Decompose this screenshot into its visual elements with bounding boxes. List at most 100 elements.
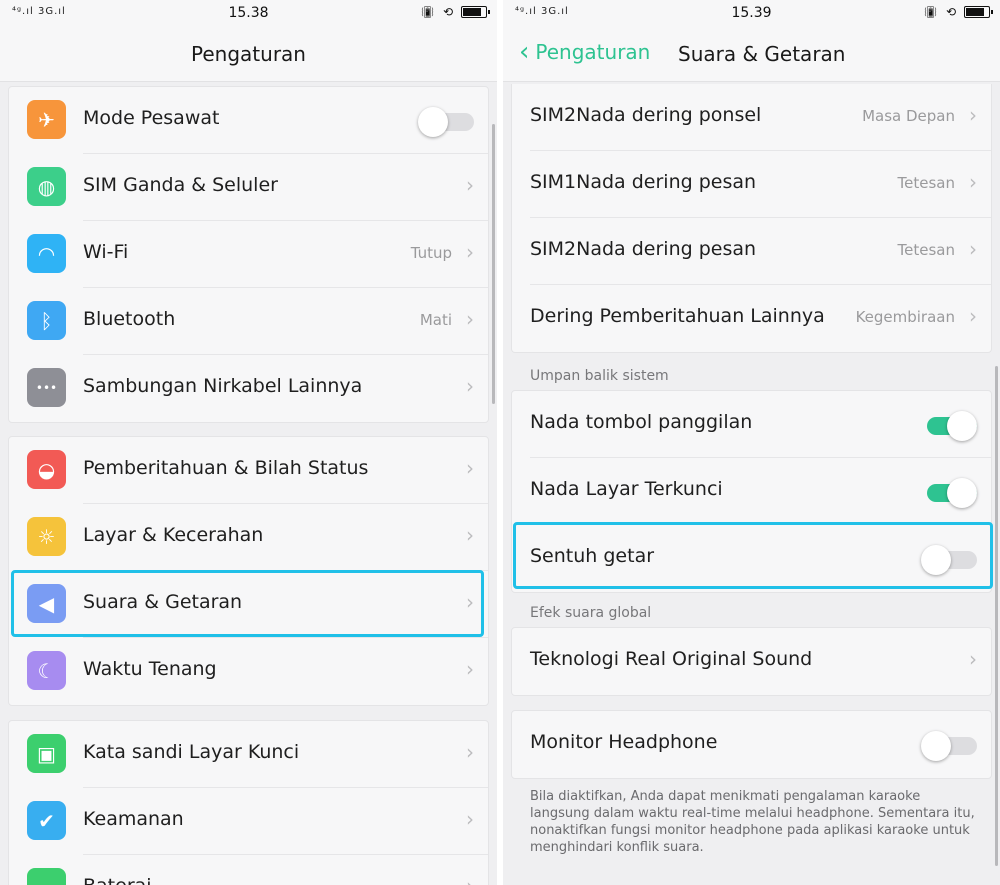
moon-icon: ☾ bbox=[27, 651, 66, 690]
feedback-item-nada-layar-terkunci[interactable]: Nada Layar Terkunci bbox=[512, 458, 991, 525]
feedback-label: Nada Layar Terkunci bbox=[530, 478, 723, 500]
chevron-right-icon: › bbox=[466, 740, 474, 764]
airplane-mode-toggle[interactable] bbox=[418, 107, 474, 137]
ringtone-item-sim2nada-dering-ponsel[interactable]: SIM2Nada dering ponsel Masa Depan › bbox=[512, 84, 991, 151]
feedback-item-sentuh-getar[interactable]: Sentuh getar bbox=[512, 525, 991, 592]
bluetooth-icon: ᛒ bbox=[27, 301, 66, 340]
app-header: Pengaturan bbox=[0, 26, 497, 82]
sound-vibration-screen: ⁴ᵍ.ıl 3G.ıl 15.39 📳︎ ⟲ ‹ Pengaturan Suar… bbox=[503, 0, 1000, 885]
page-title: Pengaturan bbox=[191, 42, 306, 66]
chevron-right-icon: › bbox=[466, 523, 474, 547]
settings-item-pemberitahuan-bilah-status[interactable]: ◒ Pemberitahuan & Bilah Status › bbox=[9, 437, 488, 504]
chevron-right-icon: › bbox=[969, 170, 977, 194]
settings-item-label: Mode Pesawat bbox=[83, 107, 220, 129]
settings-item-sim-ganda-seluler[interactable]: ◍ SIM Ganda & Seluler › bbox=[9, 154, 488, 221]
settings-group-security: ▣ Kata sandi Layar Kunci › ✔ Keamanan › ▭ Bater… bbox=[8, 720, 489, 885]
settings-screen: ⁴ᵍ.ıl 3G.ıl 15.38 📳︎ ⟲ Pengaturan ✈ Mode … bbox=[0, 0, 497, 885]
settings-item-keamanan[interactable]: ✔ Keamanan › bbox=[9, 788, 488, 855]
ringtone-value: Masa Depan bbox=[862, 107, 955, 125]
monitor-group: Monitor Headphone bbox=[511, 710, 992, 779]
chevron-right-icon: › bbox=[466, 874, 474, 885]
speaker-icon: ◀ bbox=[27, 584, 66, 623]
settings-item-wi-fi[interactable]: ◠ Wi-Fi Tutup › bbox=[9, 221, 488, 288]
chevron-right-icon: › bbox=[466, 590, 474, 614]
bell-icon: ◒ bbox=[27, 450, 66, 489]
ringtone-label: Dering Pemberitahuan Lainnya bbox=[530, 305, 825, 327]
settings-item-value: Mati bbox=[419, 311, 452, 329]
back-button[interactable]: ‹ Pengaturan bbox=[519, 39, 650, 65]
ringtone-item-sim2nada-dering-pesan[interactable]: SIM2Nada dering pesan Tetesan › bbox=[512, 218, 991, 285]
row-label: Teknologi Real Original Sound bbox=[530, 648, 813, 670]
ringtone-label: SIM2Nada dering pesan bbox=[530, 238, 757, 260]
ringtone-label: SIM1Nada dering pesan bbox=[530, 171, 757, 193]
lock-icon: ▣ bbox=[27, 734, 66, 773]
scrollbar[interactable] bbox=[995, 366, 998, 866]
back-label: Pengaturan bbox=[535, 40, 651, 64]
nada-layar-terkunci-toggle[interactable] bbox=[921, 478, 977, 508]
settings-group-connectivity: ✈ Mode Pesawat ◍ SIM Ganda & Seluler › ◠ Wi-Fi… bbox=[8, 86, 489, 423]
settings-item-label: Bluetooth bbox=[83, 308, 176, 330]
chevron-right-icon: › bbox=[466, 657, 474, 681]
chevron-right-icon: › bbox=[969, 304, 977, 328]
settings-item-label: SIM Ganda & Seluler bbox=[83, 174, 278, 196]
chevron-right-icon: › bbox=[466, 456, 474, 480]
settings-item-label: Layar & Kecerahan bbox=[83, 524, 264, 546]
app-header: ‹ Pengaturan Suara & Getaran bbox=[503, 26, 1000, 82]
settings-item-sambungan-nirkabel-lainnya[interactable]: ••• Sambungan Nirkabel Lainnya › bbox=[9, 355, 488, 422]
airplane-icon: ✈ bbox=[27, 100, 66, 139]
monitor-headphone-toggle[interactable] bbox=[921, 731, 977, 761]
ringtone-value: Tetesan bbox=[897, 174, 955, 192]
system-feedback-group: Nada tombol panggilan Nada Layar Terkunci… bbox=[511, 390, 992, 593]
scrollbar[interactable] bbox=[492, 124, 495, 404]
settings-item-kata-sandi-layar-kunci[interactable]: ▣ Kata sandi Layar Kunci › bbox=[9, 721, 488, 788]
status-bar: ⁴ᵍ.ıl 3G.ıl 15.38 📳︎ ⟲ bbox=[0, 0, 497, 26]
settings-item-label: Kata sandi Layar Kunci bbox=[83, 741, 300, 763]
rotation-lock-icon: ⟲ bbox=[442, 5, 453, 19]
chevron-right-icon: › bbox=[466, 307, 474, 331]
section-label-global-effects: Efek suara global bbox=[530, 605, 652, 621]
sentuh-getar-toggle[interactable] bbox=[921, 545, 977, 575]
chevron-right-icon: › bbox=[466, 173, 474, 197]
shield-icon: ✔ bbox=[27, 801, 66, 840]
settings-item-label: Waktu Tenang bbox=[83, 658, 217, 680]
chevron-right-icon: › bbox=[969, 103, 977, 127]
more-icon: ••• bbox=[27, 368, 66, 407]
settings-item-baterai[interactable]: ▭ Baterai › bbox=[9, 855, 488, 885]
ringtone-item-sim1nada-dering-pesan[interactable]: SIM1Nada dering pesan Tetesan › bbox=[512, 151, 991, 218]
feedback-label: Nada tombol panggilan bbox=[530, 411, 753, 433]
globe-icon: ◍ bbox=[27, 167, 66, 206]
vibrate-icon: 📳︎ bbox=[419, 5, 435, 19]
status-bar: ⁴ᵍ.ıl 3G.ıl 15.39 📳︎ ⟲ bbox=[503, 0, 1000, 26]
settings-item-value: Tutup bbox=[410, 244, 452, 262]
chevron-right-icon: › bbox=[969, 647, 977, 671]
chevron-left-icon: ‹ bbox=[519, 37, 530, 67]
settings-item-label: Wi-Fi bbox=[83, 241, 129, 263]
chevron-right-icon: › bbox=[466, 240, 474, 264]
chevron-right-icon: › bbox=[969, 237, 977, 261]
chevron-right-icon: › bbox=[466, 374, 474, 398]
settings-item-label: Sambungan Nirkabel Lainnya bbox=[83, 375, 363, 397]
nada-tombol-panggilan-toggle[interactable] bbox=[921, 411, 977, 441]
ringtone-item-dering-pemberitahuan-lainnya[interactable]: Dering Pemberitahuan Lainnya Kegembiraan › bbox=[512, 285, 991, 352]
ringtone-group: SIM2Nada dering ponsel Masa Depan › SIM1Nad… bbox=[511, 84, 992, 353]
settings-item-layar-kecerahan[interactable]: ☼ Layar & Kecerahan › bbox=[9, 504, 488, 571]
settings-item-label: Baterai bbox=[83, 875, 152, 885]
rotation-lock-icon: ⟲ bbox=[945, 5, 956, 19]
feedback-label: Sentuh getar bbox=[530, 545, 655, 567]
feedback-item-nada-tombol-panggilan[interactable]: Nada tombol panggilan bbox=[512, 391, 991, 458]
battery-icon: ▭ bbox=[27, 868, 66, 885]
row-monitor-headphone[interactable]: Monitor Headphone bbox=[512, 711, 991, 778]
ringtone-value: Kegembiraan bbox=[855, 308, 955, 326]
settings-group-display: ◒ Pemberitahuan & Bilah Status › ☼ Layar & K… bbox=[8, 436, 489, 706]
settings-item-label: Pemberitahuan & Bilah Status bbox=[83, 457, 369, 479]
battery-icon bbox=[461, 6, 490, 18]
chevron-right-icon: › bbox=[466, 807, 474, 831]
row-real-original-sound[interactable]: Teknologi Real Original Sound › bbox=[512, 628, 991, 695]
settings-item-suara-getaran[interactable]: ◀ Suara & Getaran › bbox=[9, 571, 488, 638]
settings-item-waktu-tenang[interactable]: ☾ Waktu Tenang › bbox=[9, 638, 488, 705]
settings-item-mode-pesawat[interactable]: ✈ Mode Pesawat bbox=[9, 87, 488, 154]
ringtone-label: SIM2Nada dering ponsel bbox=[530, 104, 762, 126]
section-label-system-feedback: Umpan balik sistem bbox=[530, 368, 669, 384]
settings-item-label: Keamanan bbox=[83, 808, 184, 830]
settings-item-bluetooth[interactable]: ᛒ Bluetooth Mati › bbox=[9, 288, 488, 355]
